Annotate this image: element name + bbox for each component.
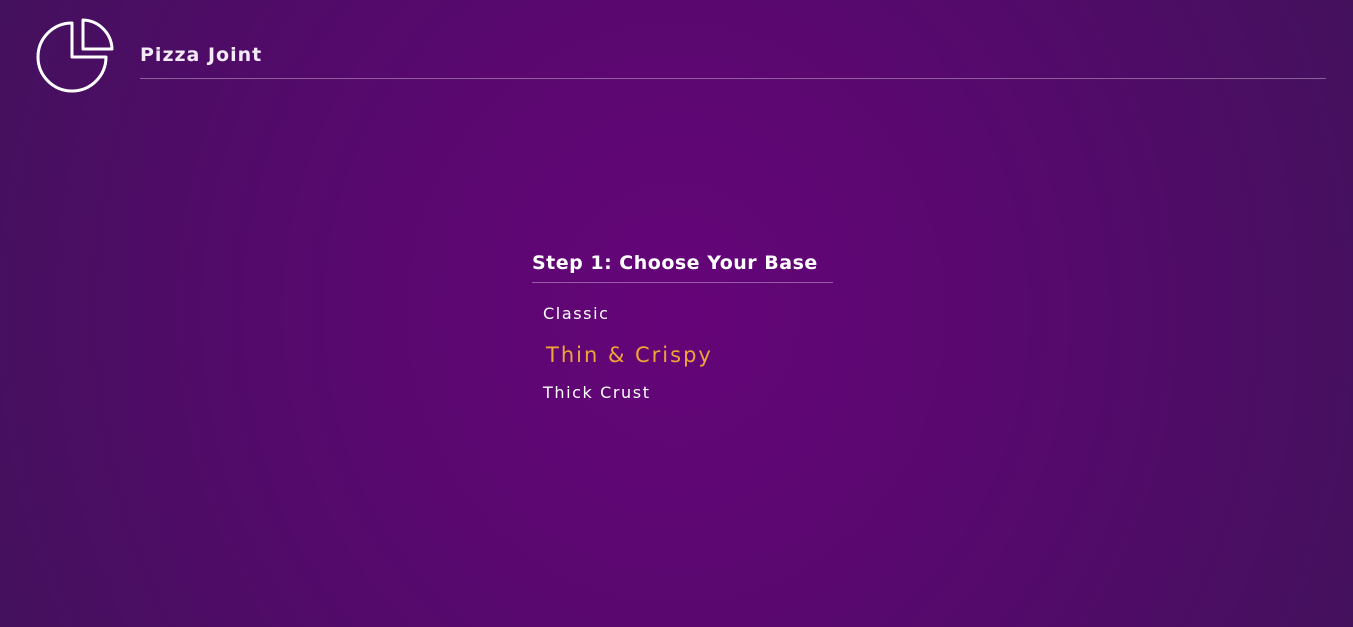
base-option-thick-crust[interactable]: Thick Crust (532, 383, 833, 403)
site-header: Pizza Joint (0, 0, 1353, 100)
base-options-list: Classic Thin & Crispy Thick Crust (532, 304, 833, 403)
base-step-panel: Step 1: Choose Your Base Classic Thin & … (532, 252, 833, 403)
step-title: Step 1: Choose Your Base (532, 252, 833, 283)
header-divider (140, 78, 1326, 79)
base-option-classic[interactable]: Classic (532, 304, 833, 324)
base-option-thin-crispy[interactable]: Thin & Crispy (532, 342, 833, 368)
pizza-logo-icon[interactable] (36, 18, 116, 98)
brand-title[interactable]: Pizza Joint (140, 44, 262, 66)
